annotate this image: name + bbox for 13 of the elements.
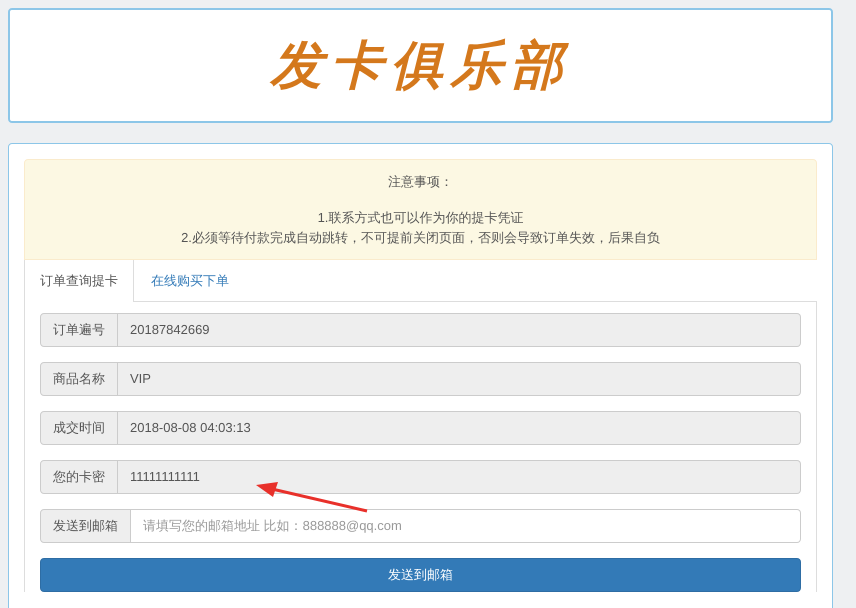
field-label: 发送到邮箱	[40, 509, 131, 543]
tab[interactable]: 订单查询提卡	[24, 260, 134, 302]
notice-text: 2.必须等待付款完成自动跳转，不可提前关闭页面，否则会导致订单失效，后果自负	[181, 229, 660, 247]
field-label: 您的卡密	[40, 460, 118, 494]
send-email-button[interactable]: 发送到邮箱	[40, 558, 801, 592]
logo: 发卡俱乐部	[270, 34, 570, 98]
field-label: 成交时间	[40, 411, 118, 445]
field-label: 订单遍号	[40, 313, 118, 347]
notice-title: 注意事项：	[388, 173, 453, 191]
input-field[interactable]: 请填写您的邮箱地址 比如：888888@qq.com	[131, 509, 801, 543]
notice-text: 1.联系方式也可以作为你的提卡凭证	[318, 209, 524, 227]
tab[interactable]: 在线购买下单	[134, 260, 246, 301]
field-label: 商品名称	[40, 362, 118, 396]
